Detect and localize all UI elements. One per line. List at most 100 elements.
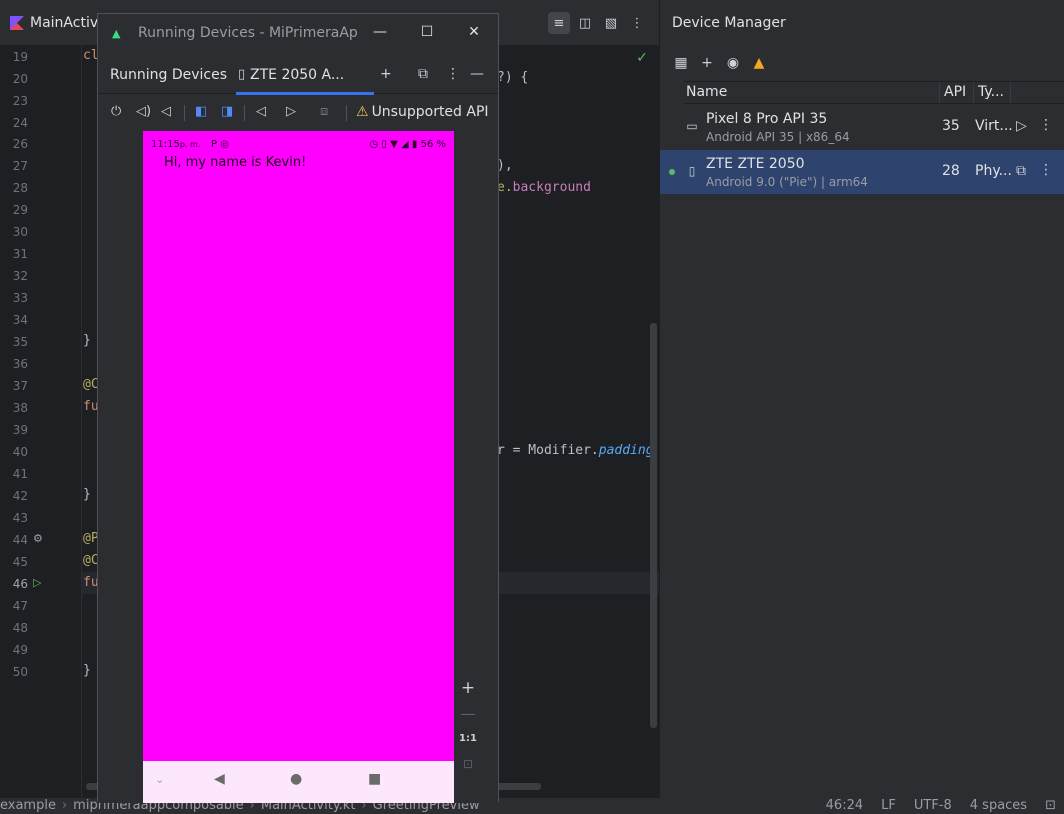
device-mirroring-icon[interactable]: ⧉: [1016, 163, 1026, 179]
line-number: 45: [12, 555, 28, 569]
unsupported-api-warning[interactable]: ⚠ Unsupported API: [356, 104, 489, 120]
line-number: 24: [12, 116, 28, 130]
toolbar-separator: [346, 105, 347, 121]
signal-icon: ◢: [401, 139, 409, 150]
code-text: }: [83, 663, 91, 678]
line-number: 47: [12, 599, 28, 613]
back-icon[interactable]: ◁: [256, 104, 266, 119]
phone-status-bar: 11:15p. m. P ◎ ◷ ▯ ▼ ◢ ▮ 56 %: [151, 139, 446, 153]
unsupported-api-label: Unsupported API: [371, 104, 489, 120]
code-text: }: [83, 487, 91, 502]
line-number: 28: [12, 181, 28, 195]
zoom-out-icon[interactable]: —: [455, 704, 481, 723]
running-devices-window: ▲ Running Devices - MiPrimeraApp( — ☐ ✕ …: [97, 13, 499, 803]
line-number: 38: [12, 401, 28, 415]
nav-back-icon[interactable]: ◀: [214, 771, 225, 787]
nav-recents-icon[interactable]: ■: [368, 771, 381, 787]
minimize-icon[interactable]: —: [370, 24, 390, 40]
zoom-in-icon[interactable]: +: [455, 678, 481, 698]
line-number: 42: [12, 489, 28, 503]
more-options-icon[interactable]: ⋮: [1039, 117, 1053, 133]
line-number-gutter[interactable]: 19 20 23 24 26 27 28 29 30 31 32 33 34 3…: [0, 46, 82, 798]
preview-settings-icon[interactable]: ⚙: [33, 532, 43, 545]
device-details: Android 9.0 ("Pie") | arm64: [706, 175, 868, 189]
code-text: ),: [497, 158, 513, 173]
active-tab-indicator: [236, 92, 374, 95]
caret-position[interactable]: 46:24: [826, 798, 863, 813]
close-icon[interactable]: ✕: [464, 24, 484, 40]
editor-vertical-scrollbar[interactable]: [650, 323, 657, 728]
line-number: 29: [12, 203, 28, 217]
design-view-icon[interactable]: ▧: [600, 12, 622, 34]
editor-file-tab[interactable]: MainActivi: [0, 0, 112, 46]
code-text: r = Modifier.: [497, 443, 599, 458]
breadcrumb-item[interactable]: example: [0, 798, 56, 813]
line-number: 43: [12, 511, 28, 525]
tab-device-zte[interactable]: ▯ ZTE 2050 A...: [236, 58, 374, 95]
android-icon: ▲: [112, 27, 121, 40]
start-device-icon[interactable]: ▷: [1016, 118, 1027, 134]
zoom-actual-size-button[interactable]: 1:1: [455, 733, 481, 744]
window-title: Running Devices - MiPrimeraApp(: [138, 25, 358, 41]
power-icon[interactable]: ⏻: [111, 104, 121, 119]
window-title-bar[interactable]: ▲ Running Devices - MiPrimeraApp( — ☐ ✕: [98, 14, 498, 54]
line-number: 19: [12, 50, 28, 64]
restore-window-icon[interactable]: ⧉: [418, 66, 428, 82]
line-number: 26: [12, 137, 28, 151]
kotlin-file-icon: [10, 16, 24, 30]
vibrate-icon: ▯: [381, 139, 387, 150]
group-devices-icon[interactable]: ▦: [670, 52, 692, 74]
file-encoding[interactable]: UTF-8: [914, 798, 952, 813]
line-ending[interactable]: LF: [881, 798, 896, 813]
indent-setting[interactable]: 4 spaces: [970, 798, 1027, 813]
split-view-icon[interactable]: ◫: [574, 12, 596, 34]
line-number: 44: [12, 533, 28, 547]
volume-up-icon[interactable]: ◁): [136, 104, 151, 119]
device-row-selected[interactable]: ▯ ZTE ZTE 2050 Android 9.0 ("Pie") | arm…: [660, 150, 1064, 194]
maximize-icon[interactable]: ☐: [417, 24, 437, 40]
volume-down-icon[interactable]: ◁: [161, 104, 171, 119]
more-options-icon[interactable]: ⋮: [1039, 162, 1053, 178]
wifi-pairing-icon[interactable]: ◉: [722, 52, 744, 74]
device-type: Virt...: [975, 118, 1013, 134]
more-options-icon[interactable]: ⋮: [446, 66, 460, 82]
device-controls-toolbar: ⏻ ◁) ◁ ◧ ◨ ◁ ▷ ⧈ ⚠ Unsupported API: [98, 98, 498, 128]
physical-device-icon: ▯: [688, 164, 696, 178]
device-tab-label: ZTE 2050 A...: [250, 67, 345, 83]
status-indicators: 46:24 LF UTF-8 4 spaces ⊡: [826, 798, 1056, 813]
screenshot-icon[interactable]: ⧈: [320, 104, 328, 119]
phone-screen[interactable]: 11:15p. m. P ◎ ◷ ▯ ▼ ◢ ▮ 56 % Hi, my nam…: [143, 131, 454, 803]
virtual-device-icon: ▭: [686, 119, 698, 133]
forward-icon[interactable]: ▷: [286, 104, 296, 119]
rotate-right-icon[interactable]: ◨: [221, 104, 233, 119]
phone-clock: 11:15p. m.: [151, 139, 200, 150]
tool-window-title: Running Devices: [110, 67, 227, 83]
run-preview-icon[interactable]: ▷: [33, 576, 41, 589]
more-options-icon[interactable]: ⋮: [626, 12, 648, 34]
add-device-tab-icon[interactable]: +: [380, 66, 392, 82]
rotate-left-icon[interactable]: ◧: [195, 104, 207, 119]
device-api: 28: [942, 163, 960, 179]
hide-keyboard-icon[interactable]: ⌄: [155, 773, 164, 786]
column-header-name[interactable]: Name: [684, 82, 940, 103]
phone-clock-time: 11:15: [151, 139, 180, 150]
add-device-icon[interactable]: +: [696, 52, 718, 74]
battery-icon: ▮: [411, 139, 418, 150]
hide-window-icon[interactable]: —: [470, 66, 484, 82]
line-number: 48: [12, 621, 28, 635]
line-number: 46: [12, 577, 28, 591]
firebase-icon[interactable]: ▲: [748, 52, 770, 74]
code-view-icon[interactable]: ≡: [548, 12, 570, 34]
column-header-type[interactable]: Ty...: [974, 82, 1011, 103]
zoom-fit-icon[interactable]: ⊡: [455, 757, 481, 771]
column-header-api[interactable]: API: [940, 82, 974, 103]
nav-home-icon[interactable]: ●: [290, 771, 302, 787]
device-name: Pixel 8 Pro API 35: [706, 111, 828, 127]
no-problems-check-icon[interactable]: ✓: [636, 50, 648, 66]
lock-icon[interactable]: ⊡: [1045, 798, 1056, 813]
device-row[interactable]: ▭ Pixel 8 Pro API 35 Android API 35 | x8…: [660, 105, 1064, 149]
greeting-text: Hi, my name is Kevin!: [164, 155, 307, 170]
battery-percentage: 56 %: [420, 139, 446, 150]
line-number: 50: [12, 665, 28, 679]
line-number: 33: [12, 291, 28, 305]
